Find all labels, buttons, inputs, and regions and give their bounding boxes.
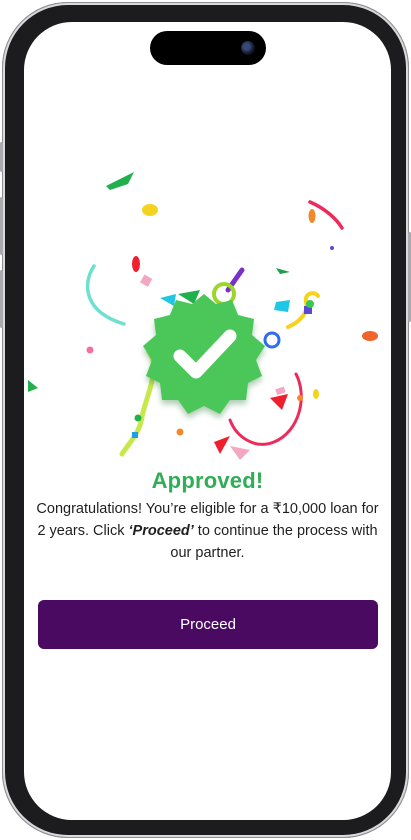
dot-orange-bottom xyxy=(176,428,184,436)
volume-up-button xyxy=(0,197,3,255)
dot-orange-top xyxy=(308,209,316,223)
dot-red xyxy=(132,256,140,272)
message-proceed-emphasis: ‘Proceed’ xyxy=(128,523,194,539)
proceed-button[interactable]: Proceed xyxy=(38,600,378,649)
message-text-part2: to continue the process with our partner… xyxy=(170,523,378,561)
piece-blue-bottom xyxy=(132,432,138,438)
piece-cyan-right xyxy=(274,300,290,312)
dot-yellow-small xyxy=(313,389,319,399)
approval-message: Congratulations! You’re eligible for a ₹… xyxy=(36,498,379,564)
piece-green-right xyxy=(276,268,290,274)
phone-frame: Approved! Congratulations! You’re eligib… xyxy=(0,2,411,838)
dot-orange-right xyxy=(362,331,378,341)
volume-down-button xyxy=(0,270,3,328)
piece-green-left xyxy=(28,380,38,392)
piece-red-right xyxy=(270,394,288,410)
check-badge-icon xyxy=(143,294,265,414)
piece-green-top xyxy=(106,172,134,190)
app-screen: Approved! Congratulations! You’re eligib… xyxy=(24,22,391,820)
piece-pink xyxy=(140,274,153,287)
dot-yellow xyxy=(142,204,158,216)
streamer-yellow xyxy=(286,291,320,329)
piece-red-bottom xyxy=(214,436,230,454)
approval-title: Approved! xyxy=(151,468,264,493)
dot-indigo-tiny xyxy=(330,246,334,250)
dot-green-right xyxy=(306,300,314,308)
streamer-teal xyxy=(85,264,126,326)
action-button xyxy=(0,142,3,172)
piece-pink-right xyxy=(275,386,286,396)
piece-pink-bottom xyxy=(230,446,250,460)
dot-orange-small xyxy=(297,395,303,401)
dot-pink xyxy=(86,346,94,354)
